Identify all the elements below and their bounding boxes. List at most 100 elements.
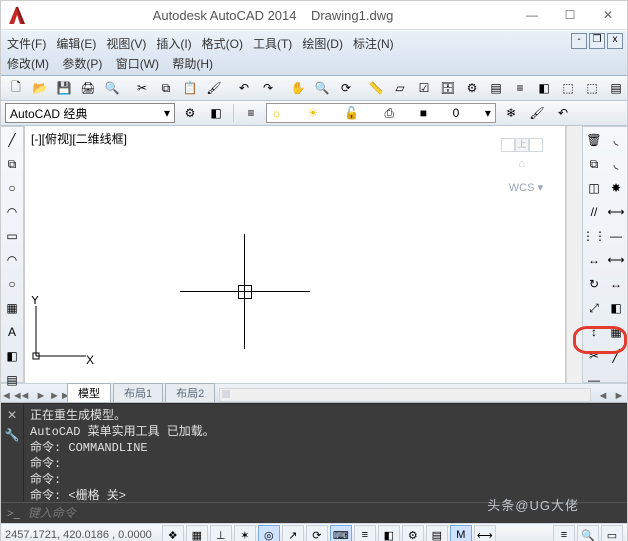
polar-toggle[interactable]: ✶ xyxy=(234,525,256,541)
cut-button[interactable]: ✂ xyxy=(131,77,153,99)
cube-face-top[interactable]: 上 xyxy=(515,138,529,152)
pan-button[interactable]: ✋ xyxy=(287,77,309,99)
plot-button[interactable]: 🖨 xyxy=(77,77,99,99)
tab-prev-button[interactable]: ◄ xyxy=(17,390,33,402)
command-history[interactable]: 正在重生成模型。 AutoCAD 菜单实用工具 已加载。 命令: COMMAND… xyxy=(24,404,627,502)
properties-button[interactable]: ⚙ xyxy=(461,77,483,99)
hscroll-left-button[interactable]: ◄ xyxy=(595,390,611,402)
move-tool[interactable]: ↔ xyxy=(583,249,605,271)
fillet-tool[interactable]: ◟ xyxy=(605,129,627,151)
menu-tools[interactable]: 工具(T) xyxy=(253,35,292,52)
workspace-settings-button[interactable]: ⚙ xyxy=(179,102,201,124)
qp-toggle[interactable]: ⚙ xyxy=(402,525,424,541)
status-extra-3[interactable]: ▭ xyxy=(601,525,623,541)
polyline-tool[interactable]: ⧉ xyxy=(1,153,23,175)
status-coords[interactable]: 2457.1721, 420.0186 , 0.0000 xyxy=(5,529,152,541)
orbit-button[interactable]: ⟳ xyxy=(335,77,357,99)
qselect-button[interactable]: ☑ xyxy=(413,77,435,99)
circle-tool[interactable]: ○ xyxy=(1,177,23,199)
area-button[interactable]: ▱ xyxy=(389,77,411,99)
scale-tool[interactable]: ⤢ xyxy=(583,297,605,319)
dim-tool[interactable]: ⟷ xyxy=(605,201,627,223)
layer-match-button[interactable]: 🖌 xyxy=(526,102,548,124)
cmd-wrench-icon[interactable]: 🔧 xyxy=(5,428,20,442)
osnap-toggle[interactable]: ◎ xyxy=(258,525,280,541)
spline-tool[interactable]: ◠ xyxy=(1,249,23,271)
menu-dimension[interactable]: 标注(N) xyxy=(353,35,394,52)
match-prop-button[interactable]: 🖌 xyxy=(203,77,225,99)
layer-prev-button[interactable]: ↶ xyxy=(552,102,574,124)
model-toggle[interactable]: M xyxy=(450,525,472,541)
sc-toggle[interactable]: ▤ xyxy=(426,525,448,541)
block-tool[interactable]: ◧ xyxy=(1,345,23,367)
lwt-toggle[interactable]: ≡ xyxy=(354,525,376,541)
mdi-restore-button[interactable]: ❐ xyxy=(589,33,605,49)
tab-first-button[interactable]: ◄◄ xyxy=(1,390,17,402)
hatch-tool[interactable]: ▦ xyxy=(1,297,23,319)
cube-face[interactable] xyxy=(501,138,515,152)
text-tool[interactable]: A xyxy=(1,321,23,343)
open-button[interactable]: 📂 xyxy=(29,77,51,99)
menu-file[interactable]: 文件(F) xyxy=(7,35,46,52)
rectangle-tool[interactable]: ▭ xyxy=(1,225,23,247)
window-maximize-button[interactable]: ☐ xyxy=(551,1,589,29)
redo-button[interactable]: ↷ xyxy=(257,77,279,99)
calc-button[interactable]: ▤ xyxy=(605,77,627,99)
status-extra-2[interactable]: 🔍 xyxy=(577,525,599,541)
group-button[interactable]: ⬚ xyxy=(557,77,579,99)
break-tool[interactable]: — xyxy=(605,225,627,247)
markup-button[interactable]: ◧ xyxy=(533,77,555,99)
horizontal-scrollbar[interactable] xyxy=(219,388,591,402)
window-close-button[interactable]: ✕ xyxy=(589,1,627,29)
arc-tool[interactable]: ◠ xyxy=(1,201,23,223)
mirror-tool[interactable]: ◫ xyxy=(583,177,605,199)
mdi-minimize-button[interactable]: - xyxy=(571,33,587,49)
copy-button[interactable]: ⧉ xyxy=(155,77,177,99)
tab-model[interactable]: 模型 xyxy=(67,383,111,402)
ortho-toggle[interactable]: ⊥ xyxy=(210,525,232,541)
table-tool[interactable]: ▤ xyxy=(1,369,23,391)
tab-next-button[interactable]: ► xyxy=(33,390,49,402)
viewcube-home-icon[interactable]: ⌂ xyxy=(518,158,525,170)
annomon-toggle[interactable]: ⟷ xyxy=(474,525,496,541)
menu-view[interactable]: 视图(V) xyxy=(106,35,146,52)
app-logo[interactable] xyxy=(1,1,33,29)
tpy-toggle[interactable]: ◧ xyxy=(378,525,400,541)
rotate-tool[interactable]: ↻ xyxy=(583,273,605,295)
offset-tool[interactable]: // xyxy=(583,201,605,223)
explode-tool[interactable]: ✸ xyxy=(605,177,627,199)
snap-toggle[interactable]: ❖ xyxy=(162,525,184,541)
cmd-close-icon[interactable]: ✕ xyxy=(7,408,17,422)
mdi-close-button[interactable]: x xyxy=(607,33,623,49)
drawing-canvas[interactable]: [-][俯视][二维线框] 上 ⌂ WCS ▾ YX xyxy=(24,126,566,383)
window-minimize-button[interactable]: — xyxy=(513,1,551,29)
tab-layout2[interactable]: 布局2 xyxy=(165,383,215,402)
otrack-toggle[interactable]: ↗ xyxy=(282,525,304,541)
erase-tool[interactable]: 🗑 xyxy=(583,129,605,151)
hscroll-right-button[interactable]: ► xyxy=(611,390,627,402)
paste-button[interactable]: 📋 xyxy=(179,77,201,99)
dcenter-button[interactable]: 🗄 xyxy=(437,77,459,99)
align-tool[interactable]: ↔ xyxy=(605,273,627,295)
chamfer-tool[interactable]: ◟ xyxy=(605,153,627,175)
menu-edit[interactable]: 编辑(E) xyxy=(56,35,96,52)
menu-window[interactable]: 窗口(W) xyxy=(116,57,159,71)
tab-last-button[interactable]: ►► xyxy=(49,390,65,402)
save-button[interactable]: 💾 xyxy=(53,77,75,99)
layer-prop-button[interactable]: ≡ xyxy=(240,102,262,124)
status-extra-1[interactable]: ≡ xyxy=(553,525,575,541)
zoom-button[interactable]: 🔍 xyxy=(311,77,333,99)
ducs-toggle[interactable]: ⟳ xyxy=(306,525,328,541)
new-button[interactable]: 🗋 xyxy=(5,77,27,99)
layer-iso-button[interactable]: ❄ xyxy=(500,102,522,124)
modify-tool-x[interactable]: ◧ xyxy=(605,297,627,319)
plot-preview-button[interactable]: 🔍 xyxy=(101,77,123,99)
menu-param[interactable]: 参数(P) xyxy=(62,57,102,71)
ungroup-button[interactable]: ⬚ xyxy=(581,77,603,99)
line-tool[interactable]: ╱ xyxy=(1,129,23,151)
toolpalettes-button[interactable]: ▤ xyxy=(485,77,507,99)
grid-toggle[interactable]: ▦ xyxy=(186,525,208,541)
undo-button[interactable]: ↶ xyxy=(233,77,255,99)
dyn-toggle[interactable]: ⌨ xyxy=(330,525,352,541)
tab-layout1[interactable]: 布局1 xyxy=(113,383,163,402)
